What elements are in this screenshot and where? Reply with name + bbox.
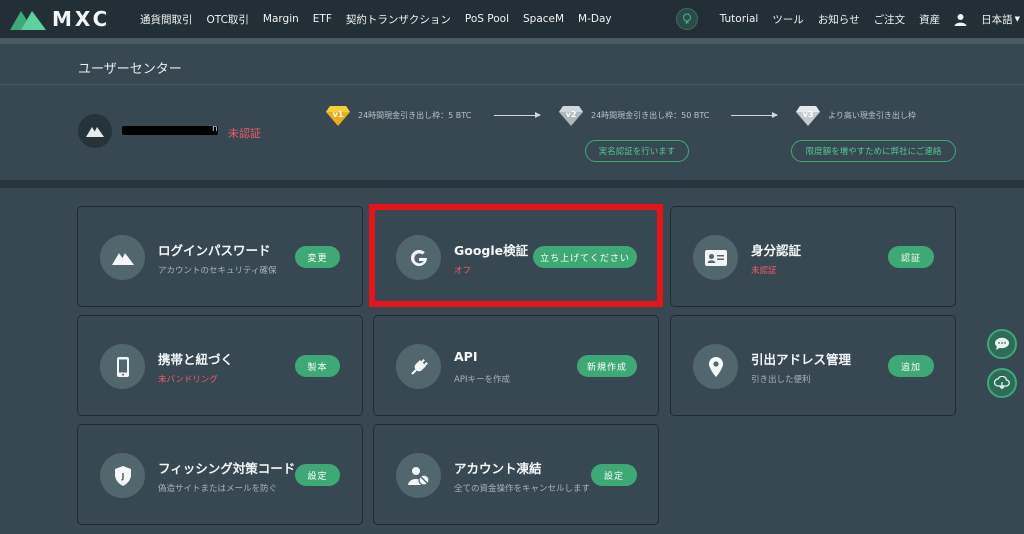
id-card-icon xyxy=(693,235,738,280)
freeze-account-button[interactable]: 設定 xyxy=(591,464,637,486)
svg-text:J: J xyxy=(120,472,124,481)
mxc-logo-icon xyxy=(10,11,46,30)
chat-icon[interactable] xyxy=(987,329,1017,359)
nav-pos-pool[interactable]: PoS Pool xyxy=(465,13,509,25)
change-password-button[interactable]: 変更 xyxy=(295,246,340,268)
nav-spot-trading[interactable]: 通貨間取引 xyxy=(140,12,193,27)
card-status: 未認証 xyxy=(751,266,777,276)
card-subtitle: 引き出した便利 xyxy=(751,375,811,385)
brand-name: MXC xyxy=(52,7,111,31)
highlight-box xyxy=(369,204,663,307)
chevron-down-icon: ▼ xyxy=(1014,15,1020,23)
lightbulb-icon[interactable] xyxy=(675,8,698,30)
nav-tools[interactable]: ツール xyxy=(772,12,804,27)
page-title: ユーザーセンター xyxy=(78,62,182,77)
top-navigation-bar: MXC 通貨間取引 OTC取引 Margin ETF 契約トランザクション Po… xyxy=(0,0,1024,38)
mxc-logo[interactable]: MXC xyxy=(10,7,140,31)
card-withdraw-address: 引出アドレス管理 引き出した便利 追加 xyxy=(670,315,956,416)
language-selector[interactable]: 日本語 xyxy=(981,12,1013,27)
card-api: API APIキーを作成 新規作成 xyxy=(373,315,659,416)
verify-realname-button[interactable]: 実名認証を行います xyxy=(585,140,689,162)
nav-contract[interactable]: 契約トランザクション xyxy=(346,12,451,27)
card-title: ログインパスワード xyxy=(158,243,271,258)
level-v2-text: 24時間現金引き出し枠：50 BTC xyxy=(591,110,710,120)
card-subtitle: APIキーを作成 xyxy=(454,375,510,385)
section-separator xyxy=(0,180,1024,188)
svg-text:v3: v3 xyxy=(803,110,814,119)
card-account-freeze: アカウント凍結 全ての資金操作をキャンセルします 設定 xyxy=(373,424,659,525)
add-address-button[interactable]: 追加 xyxy=(888,355,934,377)
create-api-key-button[interactable]: 新規作成 xyxy=(577,355,637,377)
card-title: アカウント凍結 xyxy=(454,461,542,476)
silver-diamond-icon: v2 xyxy=(559,106,583,126)
card-anti-phishing: J フィッシング対策コード 偽造サイトまたはメールを防ぐ 設定 xyxy=(77,424,363,525)
right-nav: Tutorial ツール お知らせ ご注文 資産 日本語 ▼ xyxy=(675,0,1024,38)
level-v1-text: 24時間現金引き出し枠：5 BTC xyxy=(358,110,472,120)
plug-icon xyxy=(396,344,441,389)
platinum-diamond-icon: v3 xyxy=(796,106,820,126)
set-anti-phishing-button[interactable]: 設定 xyxy=(295,464,340,486)
card-status: 未バンドリング xyxy=(158,375,218,385)
card-title: API xyxy=(454,349,478,364)
bind-phone-button[interactable]: 製本 xyxy=(295,355,340,377)
username-tail: n xyxy=(212,124,218,134)
card-phone-binding: 携帯と紐づく 未バンドリング 製本 xyxy=(77,315,363,416)
location-pin-icon xyxy=(693,344,738,389)
nav-spacem[interactable]: SpaceM xyxy=(523,13,564,25)
card-title: 身分認証 xyxy=(751,243,802,258)
arrow-right-icon xyxy=(494,112,541,118)
level-v3-text: より高い現金引き出し枠 xyxy=(828,110,916,120)
mxc-avatar-icon xyxy=(86,127,104,137)
title-separator xyxy=(0,84,1024,85)
avatar xyxy=(78,114,112,148)
user-icon[interactable] xyxy=(954,13,967,26)
header-divider xyxy=(0,38,1024,44)
level-v2: v2 24時間現金引き出し枠：50 BTC xyxy=(559,104,709,126)
verify-identity-button[interactable]: 認証 xyxy=(888,246,934,268)
main-nav: 通貨間取引 OTC取引 Margin ETF 契約トランザクション PoS Po… xyxy=(140,0,626,38)
redacted-username xyxy=(122,126,218,135)
verification-status: 未認証 xyxy=(228,127,261,140)
gold-diamond-icon: v1 xyxy=(326,106,350,126)
mobile-phone-icon xyxy=(100,344,145,389)
nav-assets[interactable]: 資産 xyxy=(919,12,940,27)
card-subtitle: アカウントのセキュリティ確保 xyxy=(158,266,277,276)
card-subtitle: 偽造サイトまたはメールを防ぐ xyxy=(158,484,278,494)
card-title: 携帯と紐づく xyxy=(158,352,234,367)
card-subtitle: 全ての資金操作をキャンセルします xyxy=(454,484,591,494)
contact-increase-limit-button[interactable]: 限度額を増やすために弊社にご連絡 xyxy=(791,140,956,162)
nav-tutorial[interactable]: Tutorial xyxy=(720,13,759,25)
card-login-password: ログインパスワード アカウントのセキュリティ確保 変更 xyxy=(77,206,363,307)
card-title: 引出アドレス管理 xyxy=(751,352,852,367)
nav-orders[interactable]: ご注文 xyxy=(874,12,906,27)
card-identity-verification: 身分認証 未認証 認証 xyxy=(670,206,956,307)
level-v3: v3 より高い現金引き出し枠 xyxy=(796,104,916,126)
mxc-mountain-icon xyxy=(100,235,145,280)
user-block-icon xyxy=(396,453,441,498)
svg-text:v2: v2 xyxy=(566,110,577,119)
cloud-download-icon[interactable] xyxy=(987,368,1017,398)
nav-mday[interactable]: M-Day xyxy=(578,13,612,25)
nav-otc[interactable]: OTC取引 xyxy=(207,12,249,27)
shield-icon: J xyxy=(100,453,145,498)
nav-etf[interactable]: ETF xyxy=(313,13,332,25)
nav-margin[interactable]: Margin xyxy=(263,13,299,25)
arrow-right-icon xyxy=(731,112,778,118)
level-v1: v1 24時間現金引き出し枠：5 BTC xyxy=(326,104,471,126)
svg-text:v1: v1 xyxy=(333,110,344,119)
nav-news[interactable]: お知らせ xyxy=(818,12,860,27)
card-title: フィッシング対策コード xyxy=(158,461,296,476)
